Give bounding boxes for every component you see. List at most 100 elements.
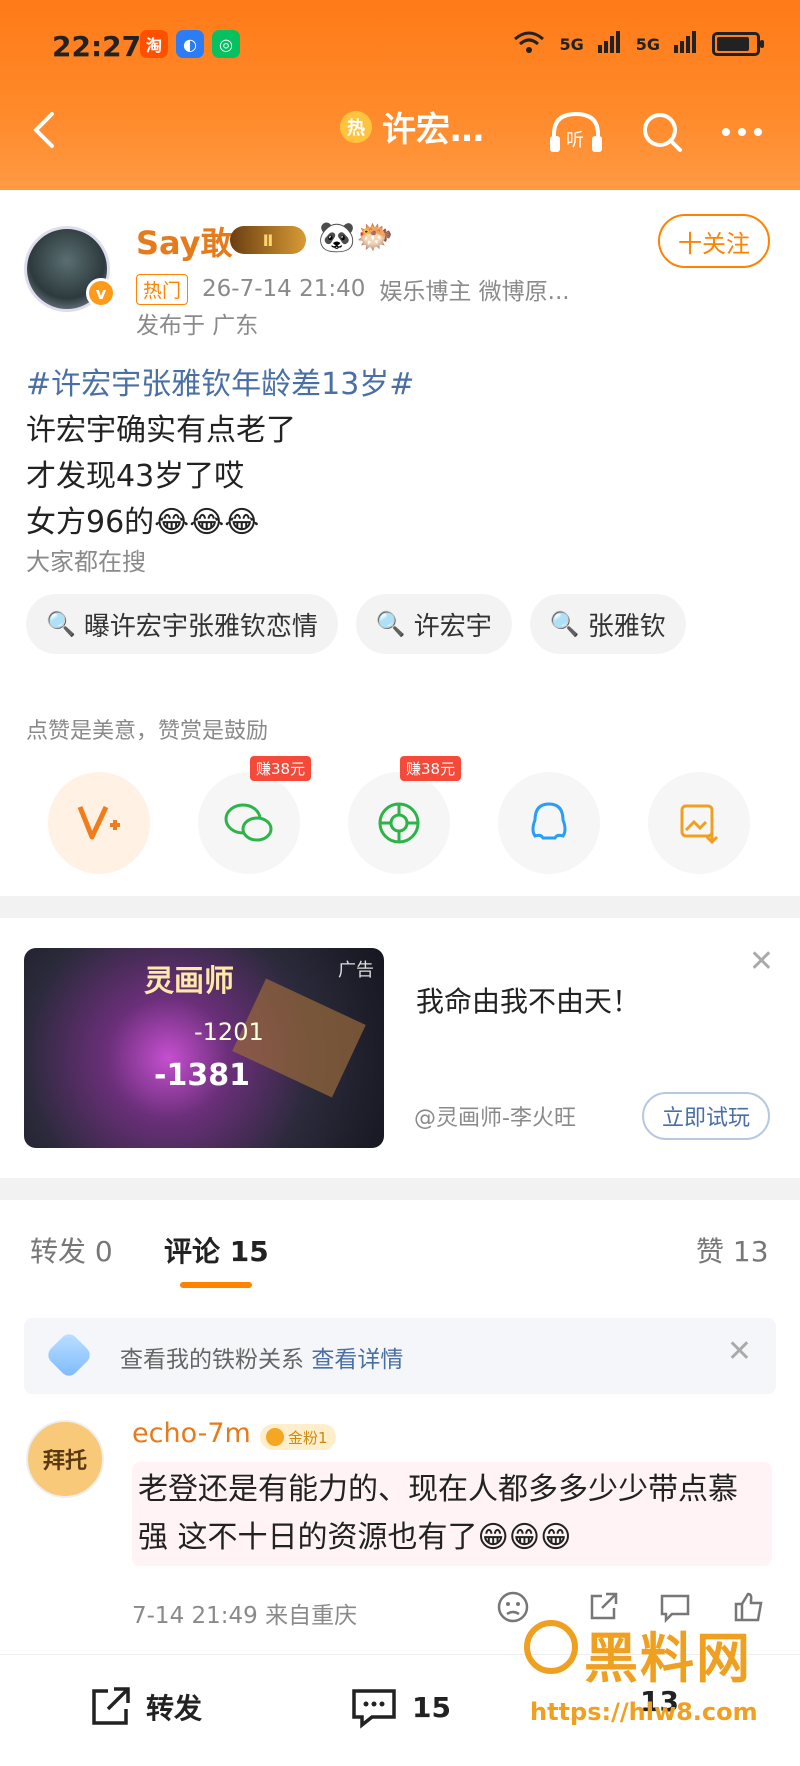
ad-image[interactable]: 灵画师 广告 -1201 -1381 (24, 948, 384, 1148)
fan-banner-link[interactable]: 查看详情 (311, 1347, 403, 1373)
post-datetime: 26-7-14 21:40 (202, 276, 366, 302)
post-card: v Say敢 Ⅱ 🐼 🐡 十关注 热门 26-7-14 21:40 娱乐博主 微… (0, 190, 800, 896)
ad-title[interactable]: 我命由我不由天！ (416, 980, 640, 1020)
search-chip[interactable]: 🔍 曝许宏宇张雅钦恋情 (26, 594, 338, 654)
moments-icon (378, 802, 420, 844)
wechat-share-button[interactable]: 赚38元 (198, 756, 312, 874)
post-line: 才发现43岁了哎 (26, 459, 245, 494)
ad-damage-secondary: -1201 (194, 1018, 264, 1046)
post-meta: 热门 26-7-14 21:40 娱乐博主 微博原... (136, 272, 570, 306)
qq-icon (531, 802, 567, 840)
signal-icon-2 (674, 31, 698, 57)
comment-time: 7-14 21:49 (132, 1603, 258, 1629)
comment-from: 来自重庆 (265, 1603, 358, 1629)
try-now-button[interactable]: 立即试玩 (642, 1092, 770, 1140)
hot-topic-icon: 热 (340, 110, 372, 143)
wechat-icon: ◎ (212, 30, 240, 58)
fan-banner-label: 查看我的铁粉关系 (120, 1347, 304, 1373)
tab-likes[interactable]: 赞 13 (696, 1230, 769, 1270)
tab-comments[interactable]: 评论 15 (164, 1230, 269, 1270)
status-bar: 22:27 淘 ◐ ◎ 5G 5G (0, 22, 800, 72)
ad-damage: -1381 (154, 1058, 250, 1093)
search-chip-label: 曝许宏宇张雅钦恋情 (83, 611, 318, 642)
ad-source: @灵画师-李火旺 (414, 1106, 576, 1131)
wechat-icon (224, 803, 273, 842)
search-chip[interactable]: 🔍 张雅钦 (529, 594, 686, 654)
top-header: 22:27 淘 ◐ ◎ 5G 5G 热 许宏… 听 (0, 0, 800, 190)
panda-icon: 🐼 (318, 220, 356, 255)
comment-meta: 7-14 21:49 来自重庆 (132, 1596, 357, 1630)
ad-tag: 广告 (338, 960, 374, 981)
search-icon: 🔍 (549, 610, 580, 638)
watermark-url: https://hlw8.com (530, 1698, 758, 1726)
hot-search-icon: 🔍 (46, 610, 76, 638)
diamond-icon (44, 1330, 94, 1380)
post-tabs: 转发 0 评论 15 赞 13 (0, 1200, 800, 1300)
repost-button[interactable]: 转发 (88, 1685, 202, 1729)
listen-headphones-icon[interactable]: 听 (548, 108, 602, 156)
save-image-button[interactable] (648, 772, 750, 874)
post-line: 许宏宇确实有点老了 (26, 413, 296, 448)
active-tab-indicator (180, 1282, 252, 1288)
watermark-logo-icon (524, 1620, 578, 1674)
signal-icon (597, 31, 622, 57)
commenter-avatar[interactable]: 拜托 (26, 1420, 104, 1498)
hot-tag: 热门 (136, 273, 189, 305)
save-image-icon (680, 804, 719, 844)
qq-share-button[interactable] (498, 772, 600, 874)
author-name[interactable]: Say敢 (136, 218, 233, 264)
post-location: 发布于 广东 (136, 313, 259, 339)
battery-level (717, 37, 749, 51)
clock: 22:27 (52, 30, 142, 63)
moments-share-button[interactable]: 赚38元 (348, 756, 462, 874)
search-icon[interactable] (638, 108, 686, 156)
author-role: 娱乐博主 微博原... (379, 279, 570, 305)
watermark: 黑料网 https://hlw8.com (520, 1614, 790, 1754)
browser-icon: ◐ (176, 30, 204, 58)
earn-badge: 赚38元 (400, 756, 462, 781)
comment-button[interactable]: 15 (350, 1685, 451, 1729)
fish-icon: 🐡 (356, 220, 394, 255)
trending-search-heading: 大家都在搜 (26, 548, 146, 576)
vip-reward-button[interactable] (48, 772, 150, 874)
verified-icon: v (86, 278, 116, 308)
divider (0, 1178, 800, 1200)
comment-text: 老登还是有能力的、现在人都多多少少带点慕强 这不十日的资源也有了😁😁😁 (132, 1462, 772, 1566)
search-icon: 🔍 (375, 610, 406, 638)
nav-title-text: 许宏… (382, 110, 484, 150)
comment-count: 15 (412, 1690, 451, 1724)
battery-icon (712, 32, 764, 56)
search-chips: 🔍 曝许宏宇张雅钦恋情 🔍 许宏宇 🔍 张雅钦 (26, 594, 686, 654)
post-hashtag[interactable]: #许宏宇张雅钦年龄差13岁# (26, 362, 414, 408)
nav-title: 热 许宏… (340, 102, 484, 151)
ad-card[interactable]: 灵画师 广告 -1201 -1381 我命由我不由天！ @灵画师-李火旺 立即试… (0, 918, 800, 1178)
fan-level-badge: 金粉1 (260, 1424, 336, 1450)
fan-banner-text: 查看我的铁粉关系 查看详情 (120, 1340, 403, 1374)
back-arrow-icon[interactable] (26, 110, 66, 150)
nav-bar: 热 许宏… 听 (0, 90, 800, 170)
divider (0, 896, 800, 918)
close-icon[interactable]: ✕ (749, 944, 774, 979)
close-icon[interactable]: ✕ (727, 1334, 752, 1369)
signal-5g-label-2: 5G (635, 34, 660, 54)
ad-game-title: 灵画师 (144, 964, 234, 999)
signal-5g-label: 5G (559, 34, 584, 54)
more-icon[interactable] (718, 108, 766, 156)
repost-icon (92, 1687, 130, 1725)
post-line: 女方96的😂😂😂 (26, 505, 260, 540)
share-row: 赚38元 赚38元 (48, 756, 768, 876)
reward-heading: 点赞是美意，赞赏是鼓励 (26, 719, 269, 744)
earn-badge: 赚38元 (250, 756, 312, 781)
fan-banner[interactable]: 查看我的铁粉关系 查看详情 ✕ (24, 1318, 776, 1394)
search-chip[interactable]: 🔍 许宏宇 (355, 594, 512, 654)
tab-repost[interactable]: 转发 0 (30, 1230, 113, 1270)
comment-icon (352, 1689, 396, 1729)
watermark-title: 黑料网 (584, 1627, 752, 1690)
commenter-name[interactable]: echo-7m (132, 1418, 251, 1449)
wifi-icon (513, 30, 545, 58)
repost-label: 转发 (146, 1692, 203, 1725)
follow-button[interactable]: 十关注 (658, 214, 770, 268)
search-chip-label: 许宏宇 (413, 611, 492, 642)
level-badge: Ⅱ (230, 226, 306, 254)
search-chip-label: 张雅钦 (587, 611, 666, 642)
